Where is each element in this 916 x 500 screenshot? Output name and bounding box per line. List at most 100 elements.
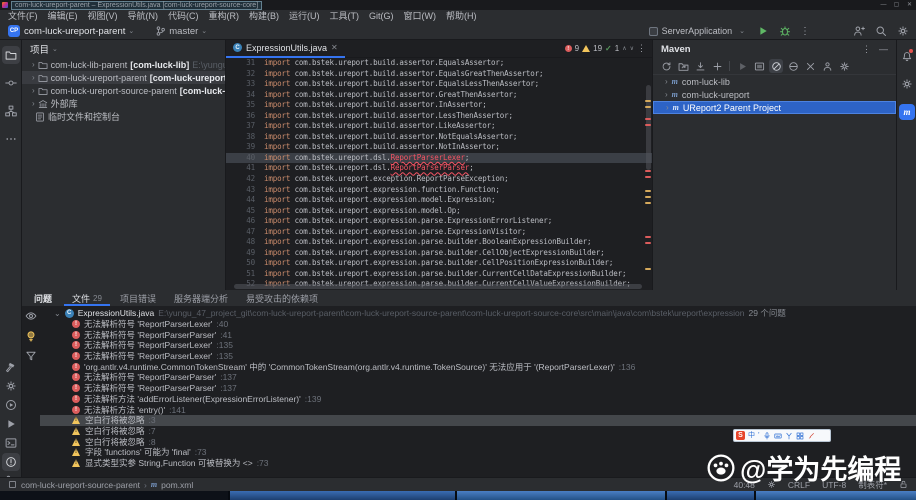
maven-tree-row[interactable]: ›mcom-luck-ureport <box>653 88 896 101</box>
search-icon[interactable] <box>874 24 888 38</box>
filter-icon[interactable] <box>25 350 37 362</box>
prev-problem-icon[interactable]: ∧ <box>622 45 626 52</box>
bulb-icon[interactable] <box>25 330 37 342</box>
problems-icon[interactable] <box>2 453 20 471</box>
chevron-right-icon[interactable]: › <box>32 73 35 82</box>
code-line[interactable]: 41import com.bstek.ureport.dsl.ReportPar… <box>226 163 652 174</box>
ime-toolbar[interactable]: S 中 ’ <box>733 429 831 442</box>
gear-icon[interactable] <box>899 76 915 92</box>
debug-button[interactable] <box>778 24 792 38</box>
build-hammer-icon[interactable] <box>2 358 20 376</box>
close-tab-icon[interactable]: ✕ <box>331 43 338 52</box>
menu-item[interactable]: 文件(F) <box>3 10 43 23</box>
chevron-right-icon[interactable]: › <box>665 77 668 86</box>
code-line[interactable]: 40import com.bstek.ureport.dsl.ReportPar… <box>226 153 652 164</box>
problems-tab[interactable]: 易受攻击的依赖项 <box>238 290 326 306</box>
chevron-right-icon[interactable]: › <box>665 90 668 99</box>
code-line[interactable]: 38import com.bstek.ureport.build.asserto… <box>226 132 652 143</box>
more-icon[interactable] <box>2 130 20 148</box>
menu-item[interactable]: 视图(V) <box>83 10 123 23</box>
chevron-right-icon[interactable]: › <box>666 103 669 112</box>
code-view[interactable]: 31import com.bstek.ureport.build.asserto… <box>226 58 652 290</box>
download-sources-icon[interactable] <box>693 59 707 73</box>
ime-punctuation-icon[interactable]: ’ <box>758 431 760 440</box>
code-line[interactable]: 36import com.bstek.ureport.build.asserto… <box>226 111 652 122</box>
problem-row[interactable]: !无法解析符号 'ReportParserLexer':135 <box>40 340 916 351</box>
problem-row[interactable]: !'org.antlr.v4.runtime.CommonTokenStream… <box>40 361 916 372</box>
code-line[interactable]: 48import com.bstek.ureport.expression.pa… <box>226 237 652 248</box>
ime-toolbox-icon[interactable] <box>785 432 793 440</box>
problems-tab[interactable]: 项目错误 <box>112 290 164 306</box>
maximize-button[interactable]: ▢ <box>890 0 903 10</box>
horizontal-scrollbar[interactable] <box>234 284 642 289</box>
notifications-bell-icon[interactable] <box>899 48 915 64</box>
settings-gear-icon[interactable] <box>896 24 910 38</box>
project-tree-row[interactable]: ›外部库 <box>22 97 225 110</box>
branch-selector[interactable]: master ⌄ <box>155 26 210 37</box>
code-line[interactable]: 31import com.bstek.ureport.build.asserto… <box>226 58 652 69</box>
code-line[interactable]: 32import com.bstek.ureport.build.asserto… <box>226 69 652 80</box>
problem-row[interactable]: !无法解析符号 'ReportParserLexer':135 <box>40 351 916 362</box>
detach-icon[interactable] <box>752 59 766 73</box>
chevron-right-icon[interactable]: › <box>32 60 35 69</box>
editor-tab[interactable]: C ExpressionUtils.java ✕ <box>226 40 345 58</box>
run-config-selector[interactable]: ServerApplication ⌄ <box>649 26 748 36</box>
project-tree-row[interactable]: ›com-luck-ureport-parent [com-luck-urepo… <box>22 71 225 84</box>
problems-file-row[interactable]: ⌄CExpressionUtils.javaE:\yungu_47_projec… <box>40 308 916 319</box>
project-folder-icon[interactable] <box>2 46 20 64</box>
menu-item[interactable]: 重构(R) <box>204 10 245 23</box>
problem-row[interactable]: !无法解析符号 'ReportParserParser':137 <box>40 383 916 394</box>
toggle-offline-icon[interactable] <box>786 59 800 73</box>
project-tree-row[interactable]: ›com-luck-ureport-source-parent [com-luc… <box>22 84 225 97</box>
problem-row[interactable]: !无法解析符号 'ReportParserParser':41 <box>40 329 916 340</box>
problems-tab[interactable]: 文件29 <box>64 290 110 306</box>
project-panel-header[interactable]: 项目 ⌄ <box>22 40 225 58</box>
menu-item[interactable]: 运行(U) <box>284 10 325 23</box>
inspections-widget[interactable]: ! 9 19 ✓ 1 ∧ ∨ <box>561 43 638 54</box>
maven-tool-icon[interactable]: m <box>899 104 915 120</box>
run-button[interactable] <box>756 24 770 38</box>
project-tree-row[interactable]: ›com-luck-lib-parent [com-luck-lib] E:\y… <box>22 58 225 71</box>
code-line[interactable]: 33import com.bstek.ureport.build.asserto… <box>226 79 652 90</box>
code-line[interactable]: 51import com.bstek.ureport.expression.pa… <box>226 269 652 280</box>
code-line[interactable]: 34import com.bstek.ureport.build.asserto… <box>226 90 652 101</box>
menu-item[interactable]: 代码(C) <box>163 10 204 23</box>
code-line[interactable]: 44import com.bstek.ureport.expression.mo… <box>226 195 652 206</box>
more-actions-icon[interactable]: ⋮ <box>800 26 810 37</box>
collapse-all-icon[interactable] <box>803 59 817 73</box>
commit-icon[interactable] <box>2 74 20 92</box>
services-icon[interactable] <box>2 377 20 395</box>
minimize-button[interactable]: — <box>877 0 890 10</box>
problems-tab[interactable]: 服务器端分析 <box>166 290 236 306</box>
structure-icon[interactable] <box>2 102 20 120</box>
problem-row[interactable]: 空白行将被忽略:3 <box>40 415 916 426</box>
problem-row[interactable]: !无法解析符号 'ReportParserParser':137 <box>40 372 916 383</box>
hide-panel-icon[interactable]: — <box>879 44 888 55</box>
taskbar-segment[interactable] <box>230 491 456 500</box>
ime-skin-icon[interactable] <box>807 432 815 440</box>
code-line[interactable]: 43import com.bstek.ureport.expression.fu… <box>226 185 652 196</box>
maven-settings-icon[interactable] <box>837 59 851 73</box>
menu-item[interactable]: Git(G) <box>364 10 399 23</box>
project-tree-row[interactable]: 临时文件和控制台 <box>22 110 225 123</box>
next-problem-icon[interactable]: ∨ <box>630 45 634 52</box>
problem-row[interactable]: !无法解析方法 'addErrorListener(ExpressionErro… <box>40 394 916 405</box>
chevron-right-icon[interactable]: › <box>32 99 35 108</box>
close-button[interactable]: ✕ <box>903 0 916 10</box>
status-breadcrumb[interactable]: com-luck-ureport-source-parent › m pom.x… <box>8 480 193 490</box>
vertical-scrollbar[interactable] <box>646 85 651 170</box>
sync-folder-icon[interactable] <box>676 59 690 73</box>
project-selector[interactable]: com-luck-ureport-parent <box>24 26 125 37</box>
menu-item[interactable]: 导航(N) <box>123 10 164 23</box>
code-with-me-icon[interactable] <box>852 24 866 38</box>
ime-mic-icon[interactable] <box>763 432 771 440</box>
code-line[interactable]: 39import com.bstek.ureport.build.asserto… <box>226 142 652 153</box>
code-line[interactable]: 45import com.bstek.ureport.expression.mo… <box>226 206 652 217</box>
menu-item[interactable]: 帮助(H) <box>441 10 482 23</box>
code-line[interactable]: 47import com.bstek.ureport.expression.pa… <box>226 227 652 238</box>
ime-grid-icon[interactable] <box>796 432 804 440</box>
refresh-icon[interactable] <box>659 59 673 73</box>
code-line[interactable]: 50import com.bstek.ureport.expression.pa… <box>226 258 652 269</box>
problem-row[interactable]: !无法解析方法 'entry()':141 <box>40 404 916 415</box>
run-icon[interactable] <box>735 59 749 73</box>
